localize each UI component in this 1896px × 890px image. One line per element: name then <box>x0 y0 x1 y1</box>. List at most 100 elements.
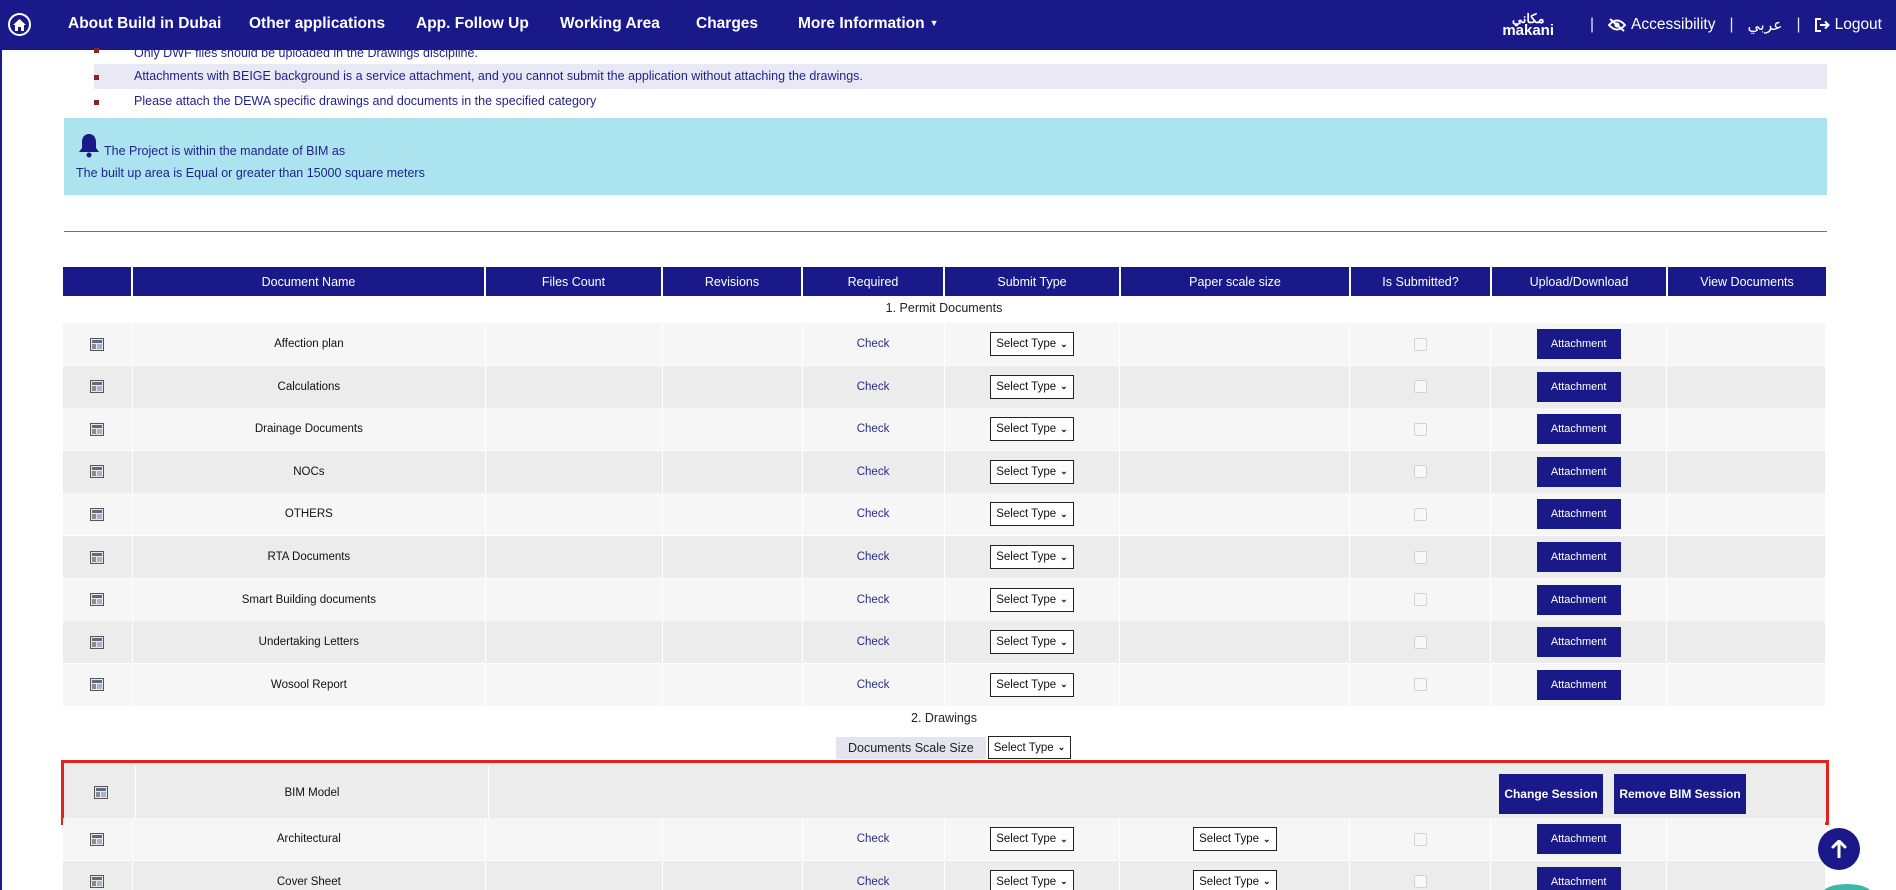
nav-more-information[interactable]: More Information ▼ <box>798 15 939 33</box>
submit-type-cell: Select Type ⌄ <box>945 536 1121 578</box>
check-link[interactable]: Check <box>857 508 890 520</box>
documents-table-header: Document Name Files Count Revisions Requ… <box>63 267 1826 296</box>
is-submitted-cell <box>1350 621 1492 664</box>
check-link[interactable]: Check <box>857 679 890 691</box>
select-value: Select Type <box>996 875 1057 888</box>
instruction-item: Only DWF files should be uploaded in the… <box>94 44 1827 62</box>
chat-widget-icon[interactable] <box>1822 884 1872 890</box>
document-name: OTHERS <box>133 493 486 536</box>
submit-type-select[interactable]: Select Type ⌄ <box>990 332 1074 356</box>
submit-type-select[interactable]: Select Type ⌄ <box>990 672 1074 697</box>
nav-charges[interactable]: Charges <box>696 15 758 33</box>
revisions-cell <box>663 621 803 664</box>
arabic-language-link[interactable]: عربي <box>1748 16 1783 35</box>
row-icon-cell <box>63 536 133 578</box>
row-icon-cell <box>63 621 133 664</box>
paper-scale-cell <box>1120 663 1351 706</box>
check-link[interactable]: Check <box>857 876 890 888</box>
accessibility-link[interactable]: Accessibility <box>1608 16 1715 34</box>
attachment-button[interactable]: Attachment <box>1536 669 1621 700</box>
attachment-button[interactable]: Attachment <box>1536 456 1621 487</box>
table-row: Smart Building documents Check Select Type… <box>63 578 1825 621</box>
attachment-button[interactable]: Attachment <box>1536 499 1621 530</box>
is-submitted-cell <box>1350 860 1492 890</box>
view-documents-cell <box>1667 536 1825 578</box>
logout-link[interactable]: Logout <box>1814 16 1882 34</box>
submit-type-cell: Select Type ⌄ <box>945 323 1121 365</box>
change-session-button[interactable]: Change Session <box>1499 774 1603 814</box>
required-cell: Check <box>803 860 945 890</box>
scroll-to-top-button[interactable] <box>1818 828 1860 870</box>
chevron-down-icon: ▼ <box>929 18 939 28</box>
revisions-cell <box>663 408 803 451</box>
check-link[interactable]: Check <box>857 551 890 563</box>
submit-type-select[interactable]: Select Type ⌄ <box>990 459 1074 484</box>
is-submitted-cell <box>1350 818 1492 860</box>
bullet-icon <box>94 48 99 53</box>
submit-type-select[interactable]: Select Type ⌄ <box>990 827 1074 851</box>
check-link[interactable]: Check <box>857 338 890 350</box>
nav-app-follow-up[interactable]: App. Follow Up <box>416 15 529 33</box>
check-link[interactable]: Check <box>857 466 890 478</box>
revisions-cell <box>663 818 803 860</box>
table-row: Undertaking Letters Check Select Type ⌄ Atta… <box>63 621 1825 664</box>
check-link[interactable]: Check <box>857 636 890 648</box>
submit-type-select[interactable]: Select Type ⌄ <box>990 869 1074 890</box>
submit-type-cell: Select Type ⌄ <box>945 578 1121 621</box>
submit-type-select[interactable]: Select Type ⌄ <box>990 587 1074 612</box>
attachment-button[interactable]: Attachment <box>1536 866 1621 890</box>
attachment-button[interactable]: Attachment <box>1536 371 1621 402</box>
files-count-cell <box>486 663 663 706</box>
paper-scale-select[interactable]: Select Type ⌄ <box>1193 827 1277 851</box>
chevron-down-icon: ⌄ <box>1060 338 1068 349</box>
row-icon-cell <box>63 860 133 890</box>
makani-logo[interactable]: مكاني makani <box>1502 12 1554 38</box>
is-submitted-cell <box>1350 493 1492 536</box>
nav-working-area[interactable]: Working Area <box>560 15 660 33</box>
attachment-button[interactable]: Attachment <box>1536 627 1621 658</box>
table-row: Cover Sheet Check Select Type ⌄ Select Type ⌄… <box>63 860 1825 890</box>
check-link[interactable]: Check <box>857 833 890 845</box>
column-header-required: Required <box>803 267 945 296</box>
attachment-button[interactable]: Attachment <box>1536 584 1621 615</box>
submit-type-select[interactable]: Select Type ⌄ <box>990 545 1074 569</box>
nav-about-build-in-dubai[interactable]: About Build in Dubai <box>68 15 221 33</box>
submit-type-cell: Select Type ⌄ <box>945 663 1121 706</box>
instructions-list: Only DWF files should be uploaded in the… <box>94 44 1827 114</box>
attachment-button[interactable]: Attachment <box>1536 414 1621 445</box>
document-icon <box>90 678 105 692</box>
document-icon <box>90 465 105 479</box>
submit-type-cell: Select Type ⌄ <box>945 365 1121 408</box>
home-icon[interactable] <box>8 13 31 36</box>
document-icon <box>90 550 105 564</box>
check-link[interactable]: Check <box>857 423 890 435</box>
document-name: Cover Sheet <box>133 860 486 890</box>
check-link[interactable]: Check <box>857 381 890 393</box>
view-documents-cell <box>1667 579 1825 621</box>
attachment-button[interactable]: Attachment <box>1536 824 1621 854</box>
submit-type-select[interactable]: Select Type ⌄ <box>990 374 1074 399</box>
table-row: Drainage Documents Check Select Type ⌄ Attac… <box>63 408 1825 451</box>
nav-other-applications[interactable]: Other applications <box>249 15 385 33</box>
document-icon <box>90 422 105 436</box>
files-count-cell <box>486 578 663 621</box>
is-submitted-checkbox <box>1413 678 1427 692</box>
view-documents-cell <box>1667 323 1825 365</box>
table-row: OTHERS Check Select Type ⌄ Attachment <box>63 493 1825 536</box>
submit-type-select[interactable]: Select Type ⌄ <box>990 630 1074 655</box>
document-name: Drainage Documents <box>133 408 486 451</box>
attachment-button[interactable]: Attachment <box>1536 329 1621 359</box>
check-link[interactable]: Check <box>857 594 890 606</box>
view-documents-cell <box>1667 818 1825 860</box>
is-submitted-checkbox <box>1413 832 1427 846</box>
paper-scale-cell <box>1120 621 1351 664</box>
row-icon-cell <box>63 493 133 536</box>
attachment-button[interactable]: Attachment <box>1536 542 1621 572</box>
column-header <box>63 267 133 296</box>
submit-type-select[interactable]: Select Type ⌄ <box>990 502 1074 527</box>
column-header-paper-scale-size: Paper scale size <box>1121 267 1351 296</box>
paper-scale-select[interactable]: Select Type ⌄ <box>1193 869 1277 890</box>
submit-type-select[interactable]: Select Type ⌄ <box>990 417 1074 442</box>
documents-scale-size-select[interactable]: Select Type ⌄ <box>987 736 1072 759</box>
remove-bim-session-button[interactable]: Remove BIM Session <box>1614 774 1746 814</box>
